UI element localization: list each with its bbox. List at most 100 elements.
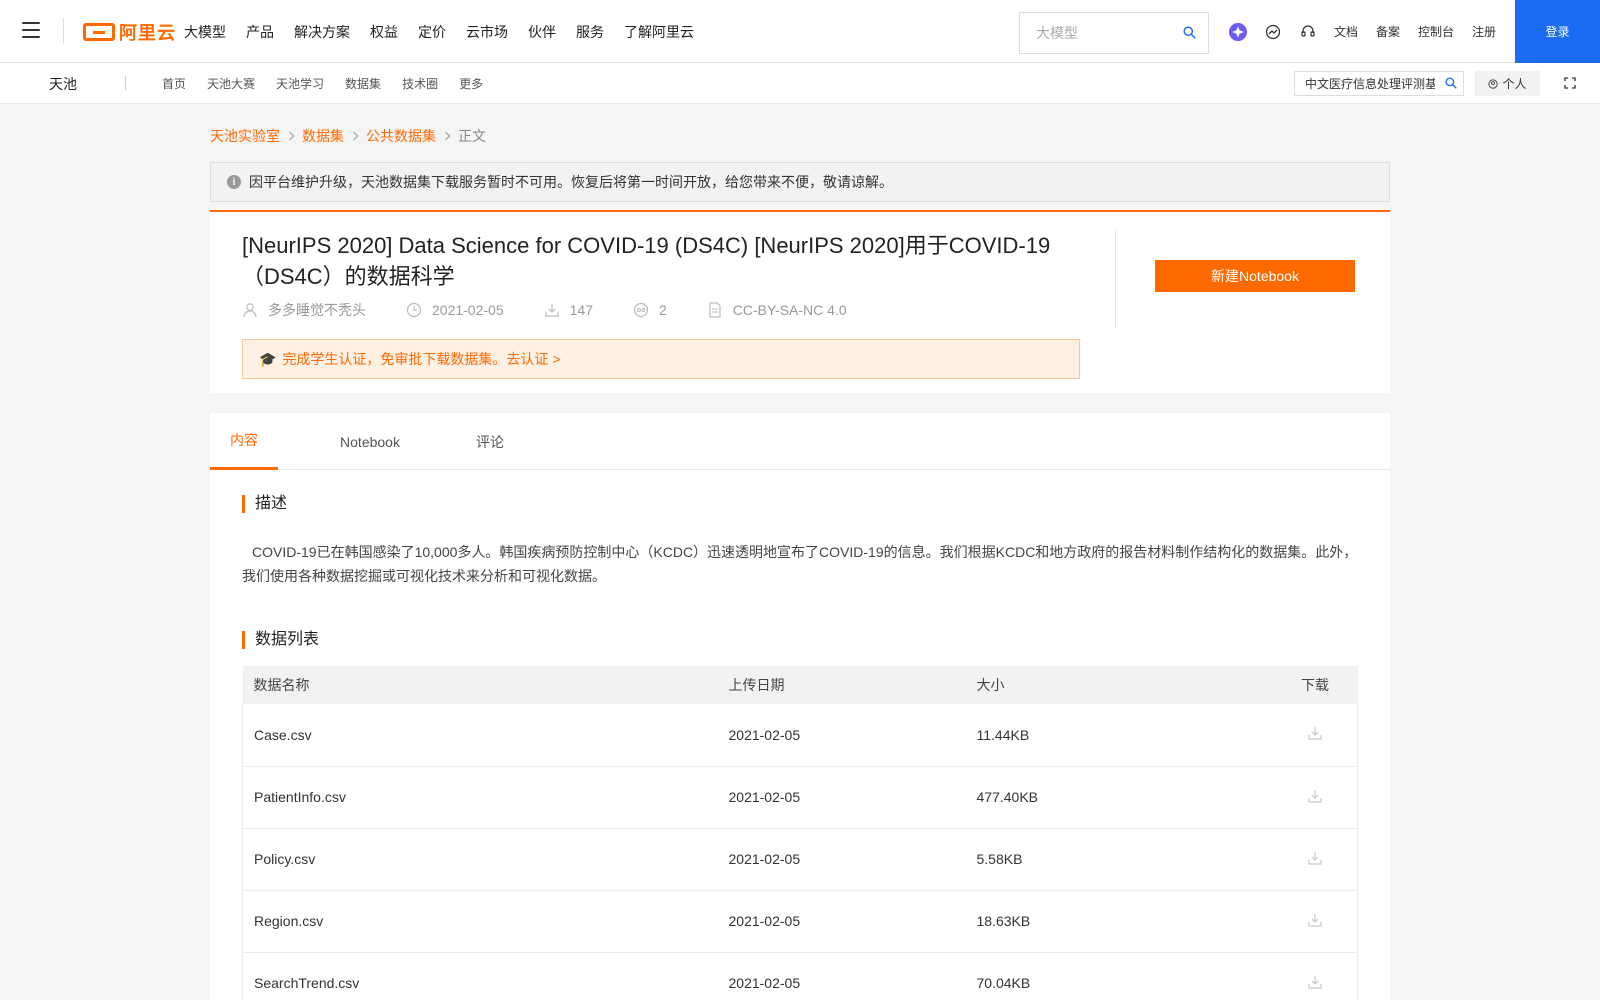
maintenance-notice: i 因平台维护升级，天池数据集下载服务暂时不可用。恢复后将第一时间开放，给您带来… [210, 162, 1390, 202]
top-icon-group [1228, 22, 1333, 42]
info-icon: i [227, 175, 241, 189]
top-divider [63, 18, 64, 44]
sub-nav: 首页 天池大赛 天池学习 数据集 技术圈 更多 [162, 63, 504, 104]
meta-date: 2021-02-05 [406, 302, 504, 318]
file-name: Policy.csv [242, 828, 729, 891]
aliyun-logo[interactable]: 阿里云 [83, 20, 176, 44]
tab-comments[interactable]: 评论 [460, 413, 520, 470]
file-size: 18.63KB [976, 890, 1273, 953]
student-cert-banner[interactable]: 🎓 完成学生认证，免审批下载数据集。去认证 > [242, 339, 1080, 379]
tab-content[interactable]: 内容 [210, 413, 278, 470]
dataset-title: [NeurIPS 2020] Data Science for COVID-19… [242, 233, 1051, 289]
subnav-more[interactable]: 更多 [459, 75, 483, 92]
file-date: 2021-02-05 [728, 766, 977, 829]
hamburger-menu-icon[interactable] [22, 22, 40, 38]
download-icon[interactable] [1308, 913, 1322, 927]
link-filing[interactable]: 备案 [1376, 23, 1400, 40]
content-tabs: 内容 Notebook 评论 [210, 413, 1390, 470]
file-date: 2021-02-05 [728, 890, 977, 953]
global-search-input[interactable] [1020, 13, 1170, 53]
description-text: COVID-19已在韩国感染了10,000多人。韩国疾病预防控制中心（KCDC）… [242, 544, 1358, 584]
dataset-header-card: [NeurIPS 2020] Data Science for COVID-19… [210, 210, 1390, 393]
user-icon [1488, 78, 1499, 89]
file-name: Case.csv [242, 704, 729, 767]
tianchi-search [1294, 71, 1464, 96]
table-row: Region.csv 2021-02-05 18.63KB [242, 890, 1358, 953]
data-file-table: 数据名称 上传日期 大小 下载 Case.csv 2021-02-05 11.4… [242, 666, 1358, 1000]
subnav-tech-circle[interactable]: 技术圈 [402, 75, 438, 92]
search-icon[interactable] [1445, 77, 1457, 89]
breadcrumb-lab[interactable]: 天池实验室 [210, 126, 280, 146]
breadcrumb-datasets[interactable]: 数据集 [302, 126, 344, 146]
subnav-learning[interactable]: 天池学习 [276, 75, 324, 92]
download-icon[interactable] [1308, 975, 1322, 989]
login-button[interactable]: 登录 [1515, 0, 1600, 63]
subnav-home[interactable]: 首页 [162, 75, 186, 92]
table-header-row: 数据名称 上传日期 大小 下载 [242, 666, 1358, 704]
nav-item-marketplace[interactable]: 云市场 [466, 22, 508, 42]
download-icon [545, 304, 559, 317]
nav-item-llm[interactable]: 大模型 [184, 22, 226, 42]
file-size: 11.44KB [976, 704, 1273, 767]
graduation-cap-icon: 🎓 [259, 350, 277, 367]
dataset-meta: 多多睡觉不秃头 2021-02-05 147 2 CC-BY-SA-NC 4.0 [242, 300, 887, 320]
clock-icon [406, 302, 422, 318]
file-name: SearchTrend.csv [242, 952, 729, 1000]
download-icon[interactable] [1308, 726, 1322, 740]
fullscreen-icon[interactable] [1564, 77, 1576, 89]
file-size: 70.04KB [976, 952, 1273, 1000]
download-icon[interactable] [1308, 789, 1322, 803]
nav-item-products[interactable]: 产品 [246, 22, 274, 42]
upload-date: 2021-02-05 [432, 302, 504, 318]
file-name: PatientInfo.csv [242, 766, 729, 829]
chevron-right-icon [441, 131, 451, 141]
nav-item-partners[interactable]: 伙伴 [528, 22, 556, 42]
tianchi-search-input[interactable] [1295, 72, 1435, 95]
status-icon[interactable] [1263, 22, 1283, 42]
chevron-right-icon [285, 131, 295, 141]
table-row: PatientInfo.csv 2021-02-05 477.40KB [242, 766, 1358, 829]
main-nav: 大模型 产品 解决方案 权益 定价 云市场 伙伴 服务 了解阿里云 [184, 0, 714, 63]
cert-banner-text: 完成学生认证，免审批下载数据集。去认证 > [282, 351, 561, 367]
search-icon[interactable] [1183, 26, 1196, 39]
support-headset-icon[interactable] [1298, 22, 1318, 42]
header-name: 数据名称 [242, 666, 729, 704]
file-date: 2021-02-05 [728, 828, 977, 891]
file-size: 5.58KB [976, 828, 1273, 891]
ai-assistant-icon[interactable] [1228, 22, 1248, 42]
top-navbar: 阿里云 大模型 产品 解决方案 权益 定价 云市场 伙伴 服务 了解阿里云 文档… [0, 0, 1600, 63]
sub-divider [125, 76, 126, 90]
global-search [1019, 12, 1209, 54]
subnav-competitions[interactable]: 天池大赛 [207, 75, 255, 92]
file-date: 2021-02-05 [728, 952, 977, 1000]
breadcrumb-current: 正文 [458, 128, 486, 144]
user-icon [243, 303, 257, 318]
nav-item-services[interactable]: 服务 [576, 22, 604, 42]
tab-notebook[interactable]: Notebook [330, 413, 410, 470]
download-icon[interactable] [1308, 851, 1322, 865]
nav-item-pricing[interactable]: 定价 [418, 22, 446, 42]
nav-item-solutions[interactable]: 解决方案 [294, 22, 350, 42]
header-divider [1115, 230, 1116, 328]
breadcrumb-public-datasets[interactable]: 公共数据集 [366, 126, 436, 146]
logo-text: 阿里云 [119, 23, 176, 43]
license-text: CC-BY-SA-NC 4.0 [732, 302, 847, 318]
tianchi-subnav: 天池 首页 天池大赛 天池学习 数据集 技术圈 更多 个人 [0, 63, 1600, 104]
personal-button[interactable]: 个人 [1475, 71, 1540, 96]
download-count: 147 [569, 302, 593, 318]
subnav-datasets[interactable]: 数据集 [345, 75, 381, 92]
header-download: 下载 [1272, 666, 1358, 704]
header-size: 大小 [976, 666, 1273, 704]
link-console[interactable]: 控制台 [1418, 23, 1454, 40]
table-row: Policy.csv 2021-02-05 5.58KB [242, 828, 1358, 891]
tianchi-brand[interactable]: 天池 [49, 74, 77, 94]
new-notebook-button[interactable]: 新建Notebook [1155, 260, 1355, 292]
nav-item-benefits[interactable]: 权益 [370, 22, 398, 42]
meta-downloads: 147 [544, 302, 593, 318]
link-docs[interactable]: 文档 [1334, 23, 1358, 40]
reference-count: 2 [658, 302, 667, 318]
link-register[interactable]: 注册 [1472, 23, 1496, 40]
author-name[interactable]: 多多睡觉不秃头 [268, 300, 366, 320]
data-list-heading: 数据列表 [242, 631, 319, 649]
nav-item-about[interactable]: 了解阿里云 [624, 22, 694, 42]
